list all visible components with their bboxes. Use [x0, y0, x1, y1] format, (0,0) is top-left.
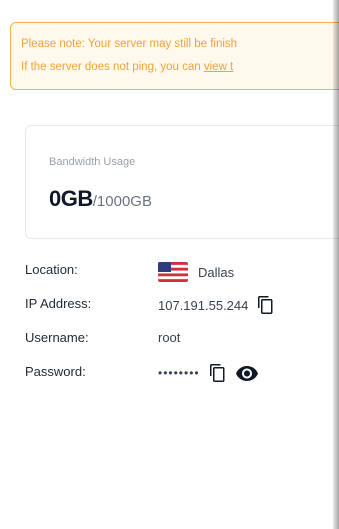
ip-address-row: IP Address: 107.191.55.244: [25, 296, 325, 330]
scrollbar[interactable]: [333, 0, 339, 529]
eye-icon[interactable]: [235, 365, 258, 381]
password-label: Password:: [25, 364, 86, 379]
ip-address-label: IP Address:: [25, 296, 92, 311]
bandwidth-usage-card: Bandwidth Usage 0GB/1000GB: [25, 125, 339, 239]
location-label: Location:: [25, 262, 78, 277]
view-link[interactable]: view t: [204, 61, 233, 73]
username-row: Username: root: [25, 330, 325, 364]
password-row: Password: ••••••••: [25, 364, 325, 398]
username-label: Username:: [25, 330, 89, 345]
notice-line-1: Please note: Your server may still be fi…: [21, 38, 238, 50]
ip-address-value: 107.191.55.244: [158, 297, 249, 313]
bandwidth-total: /1000GB: [92, 193, 152, 210]
server-details: Location: Dallas IP Address: 107.191.55.…: [25, 262, 325, 398]
server-notice-banner: Please note: Your server may still be fi…: [10, 22, 339, 90]
ip-address-value-group: 107.191.55.244: [158, 296, 274, 314]
notice-line-2-text: If the server does not ping, you can: [21, 61, 204, 73]
password-value: ••••••••: [158, 366, 200, 380]
us-flag-icon: [158, 262, 188, 282]
bandwidth-usage-label: Bandwidth Usage: [49, 156, 136, 168]
bandwidth-used: 0GB: [49, 186, 93, 211]
location-value: Dallas: [198, 264, 235, 280]
location-row: Location: Dallas: [25, 262, 325, 296]
bandwidth-usage-value: 0GB/1000GB: [49, 186, 152, 212]
copy-icon[interactable]: [258, 296, 274, 314]
notice-line-2: If the server does not ping, you can vie…: [21, 56, 339, 79]
copy-icon[interactable]: [209, 364, 226, 382]
location-value-group: Dallas: [158, 262, 234, 282]
username-value-group: root: [158, 330, 180, 345]
username-value: root: [158, 330, 181, 345]
password-value-group: ••••••••: [158, 364, 258, 382]
